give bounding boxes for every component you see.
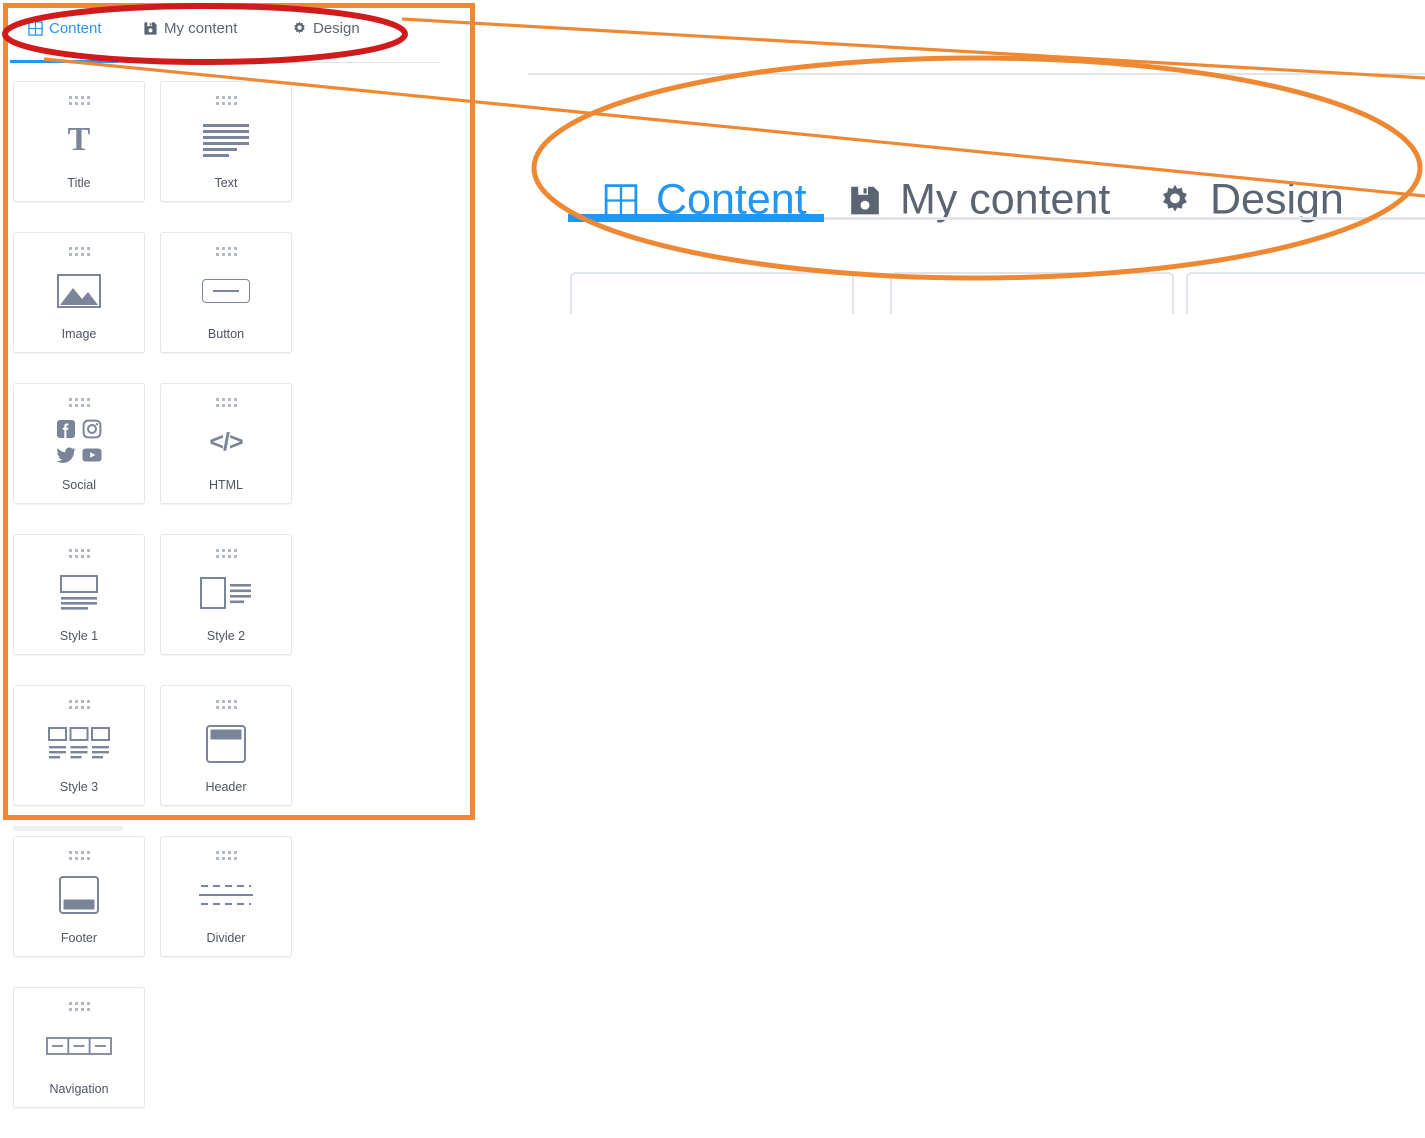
block-card-button[interactable]: Button (160, 232, 292, 353)
magnified-block-card-top[interactable] (1186, 272, 1425, 314)
button-icon (161, 255, 291, 328)
block-card-style-1[interactable]: Style 1 (13, 534, 145, 655)
drag-handle-icon[interactable] (69, 851, 90, 860)
drag-handle-icon[interactable] (69, 398, 90, 407)
block-label: Button (207, 326, 245, 341)
paragraph-lines-icon (161, 104, 291, 177)
magnified-active-tab-underline (568, 214, 824, 222)
block-label: Text (214, 175, 238, 190)
block-card-navigation[interactable]: Navigation (13, 987, 145, 1108)
tab-my-content[interactable]: My content (143, 20, 237, 37)
block-label: Social (61, 477, 97, 492)
drag-handle-icon[interactable] (216, 247, 237, 256)
magnified-tabbar: Content My content Design (528, 90, 1425, 255)
block-card-image[interactable]: Image (13, 232, 145, 353)
divider-icon (161, 859, 291, 932)
tab-content-label: Content (49, 20, 102, 37)
drag-handle-icon[interactable] (69, 549, 90, 558)
block-label: Navigation (49, 1081, 109, 1096)
block-card-footer[interactable]: Footer (13, 836, 145, 957)
block-label: Footer (60, 930, 98, 945)
block-card-title[interactable]: T Title (13, 81, 145, 202)
drag-handle-icon[interactable] (69, 247, 90, 256)
tab-my-content-label: My content (164, 20, 238, 37)
social-networks-icon (14, 406, 144, 479)
active-tab-underline (10, 60, 118, 63)
layout-style-1-icon (14, 557, 144, 630)
scrollbar-track[interactable] (13, 826, 123, 831)
facebook-icon (57, 420, 75, 439)
code-icon: </> (209, 427, 243, 456)
block-label: Image (61, 326, 97, 341)
save-icon (143, 21, 158, 36)
gear-icon (1158, 183, 1192, 217)
navigation-icon (14, 1010, 144, 1083)
block-card-html[interactable]: </> HTML (160, 383, 292, 504)
drag-handle-icon[interactable] (69, 1002, 90, 1011)
tab-design[interactable]: Design (292, 20, 360, 37)
block-label: Style 1 (59, 628, 99, 643)
block-card-style-2[interactable]: Style 2 (160, 534, 292, 655)
drag-handle-icon[interactable] (216, 398, 237, 407)
layout-style-2-icon (161, 557, 291, 630)
footer-layout-icon (14, 859, 144, 932)
block-label: Title (67, 175, 91, 190)
block-card-header[interactable]: Header (160, 685, 292, 806)
block-card-social[interactable]: Social (13, 383, 145, 504)
layout-style-3-icon (14, 708, 144, 781)
magnified-block-card-top[interactable] (570, 272, 854, 314)
block-label: Header (205, 779, 247, 794)
gear-icon (292, 21, 307, 36)
drag-handle-icon[interactable] (216, 700, 237, 709)
magnified-block-card-top[interactable] (890, 272, 1174, 314)
block-card-style-3[interactable]: Style 3 (13, 685, 145, 806)
save-icon (848, 183, 882, 217)
magnified-top-divider (528, 73, 1425, 75)
magnified-tabbar-callout: Content My content Design (528, 60, 1425, 314)
image-icon (14, 255, 144, 328)
block-card-divider[interactable]: Divider (160, 836, 292, 957)
drag-handle-icon[interactable] (69, 700, 90, 709)
drag-handle-icon[interactable] (216, 549, 237, 558)
block-label: Style 3 (59, 779, 99, 794)
tab-content[interactable]: Content (28, 20, 102, 37)
instagram-icon (82, 419, 102, 439)
content-editor-panel: Content My content Design T Title Text I… (0, 0, 478, 1108)
block-card-text[interactable]: Text (160, 81, 292, 202)
twitter-icon (56, 447, 76, 464)
content-blocks-grid: T Title Text Image Button Social </> HTM… (13, 81, 445, 1138)
tab-design-label: Design (313, 20, 360, 37)
block-label: Style 2 (206, 628, 246, 643)
editor-tabbar: Content My content Design (0, 0, 446, 58)
drag-handle-icon[interactable] (216, 851, 237, 860)
header-layout-icon (161, 708, 291, 781)
youtube-icon (82, 448, 102, 462)
drag-handle-icon[interactable] (69, 96, 90, 105)
grid-icon (28, 21, 43, 36)
drag-handle-icon[interactable] (216, 96, 237, 105)
block-label: Divider (206, 930, 246, 945)
block-label: HTML (208, 477, 244, 492)
title-text-icon: T (67, 121, 91, 159)
grid-icon (604, 183, 638, 217)
